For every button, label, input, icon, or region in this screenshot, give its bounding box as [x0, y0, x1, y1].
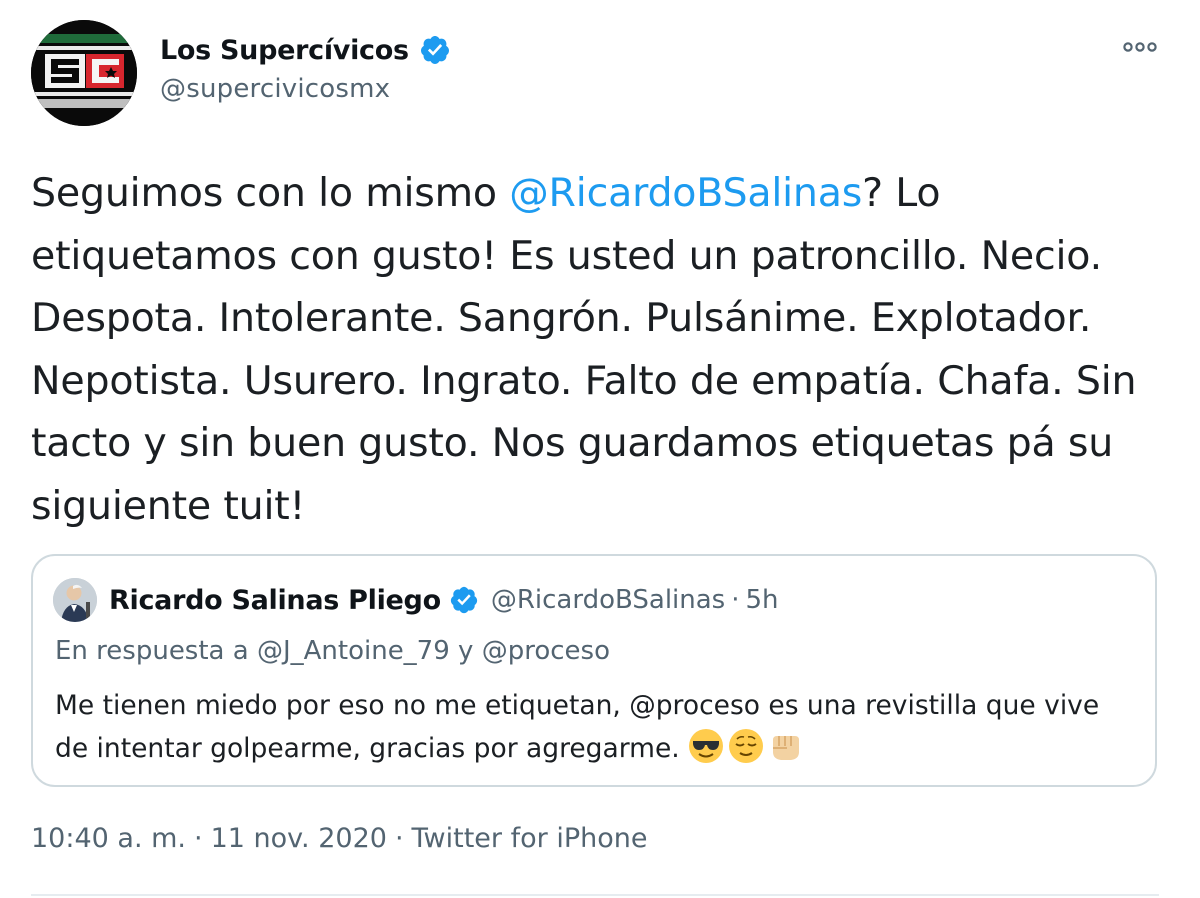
- mention-link[interactable]: @RicardoBSalinas: [509, 170, 862, 216]
- sunglasses-emoji: [688, 728, 724, 764]
- tweet-text: Seguimos con lo mismo @RicardoBSalinas? …: [31, 162, 1171, 537]
- relieved-face-emoji: [728, 728, 764, 764]
- meta-separator: ·: [194, 823, 203, 854]
- quoted-timestamp: 5h: [745, 585, 779, 615]
- quoted-text: Me tienen miedo por eso no me etiquetan,…: [55, 684, 1135, 770]
- reply-prefix: En respuesta a: [55, 636, 249, 666]
- fist-emoji: [768, 728, 804, 764]
- tweet-text-rest: ? Lo etiquetamos con gusto! Es usted un …: [31, 170, 1137, 529]
- author-handle[interactable]: @supercivicosmx: [160, 74, 390, 104]
- author-display-name[interactable]: Los Supercívicos: [160, 35, 409, 66]
- reply-mention-j-antoine: @J_Antoine_79: [256, 636, 450, 666]
- verified-badge-icon: [419, 34, 451, 66]
- tweet-source[interactable]: Twitter for iPhone: [412, 823, 648, 854]
- quoted-reply-context: En respuesta a @J_Antoine_79 y @proceso: [55, 636, 610, 666]
- quoted-author-avatar: [53, 578, 97, 622]
- quoted-separator: ·: [731, 585, 740, 615]
- meta-separator: ·: [394, 823, 404, 854]
- quoted-display-name: Ricardo Salinas Pliego: [109, 584, 441, 616]
- quoted-body: Me tienen miedo por eso no me etiquetan,…: [55, 690, 1100, 764]
- tweet: Los Supercívicos @supercivicosmx Seguimo…: [0, 0, 1200, 898]
- more-button[interactable]: [1120, 34, 1160, 60]
- author-avatar[interactable]: [31, 20, 137, 126]
- divider: [31, 894, 1159, 896]
- quoted-handle: @RicardoBSalinas: [490, 585, 726, 615]
- more-horizontal-icon: [1123, 42, 1157, 52]
- reply-conjunction: y: [458, 636, 474, 666]
- quoted-header: Ricardo Salinas Pliego @RicardoBSalinas …: [109, 580, 779, 620]
- tweet-text-start: Seguimos con lo mismo: [31, 170, 510, 216]
- verified-badge-icon: [449, 585, 479, 615]
- supercivicos-logo: [31, 20, 137, 126]
- author-name-row: Los Supercívicos: [160, 28, 451, 72]
- tweet-time[interactable]: 10:40 a. m.: [31, 823, 186, 854]
- tweet-date[interactable]: 11 nov. 2020: [211, 823, 387, 854]
- tweet-metadata: 10:40 a. m. · 11 nov. 2020 · Twitter for iPh…: [31, 823, 647, 854]
- quoted-tweet-card[interactable]: Ricardo Salinas Pliego @RicardoBSalinas …: [31, 554, 1157, 787]
- reply-mention-proceso: @proceso: [481, 636, 610, 666]
